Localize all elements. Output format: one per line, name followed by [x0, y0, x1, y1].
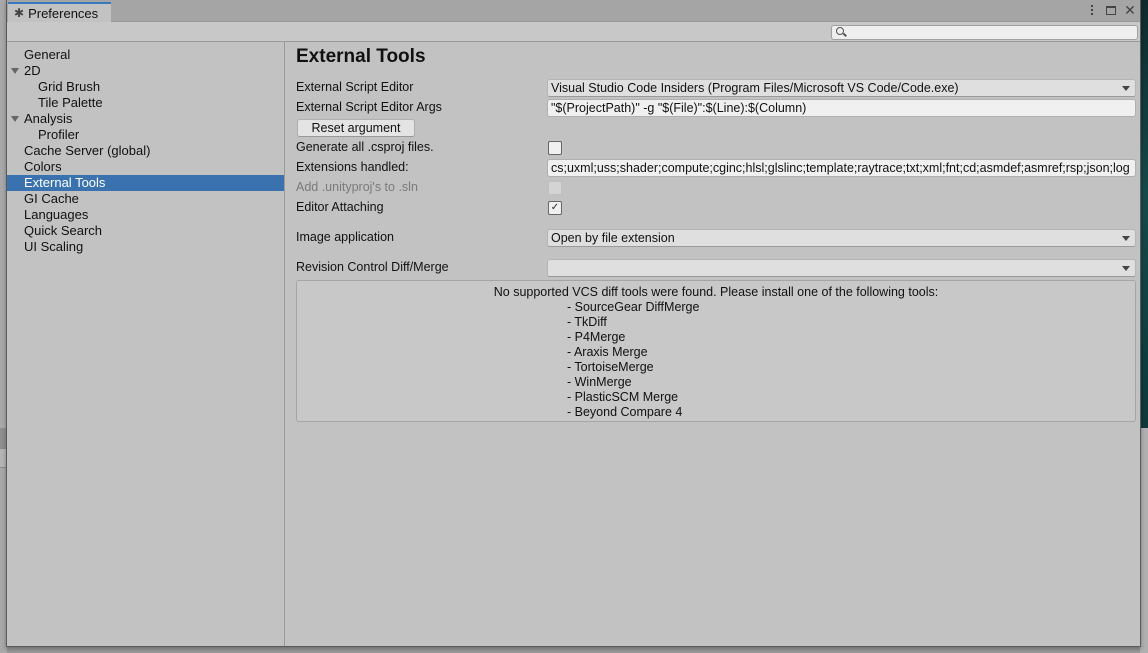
tab-preferences[interactable]: ✱ Preferences [8, 2, 111, 22]
generate-csproj-label: Generate all .csproj files. [296, 140, 434, 154]
image-application-row: Image application Open by file extension [296, 228, 1140, 248]
more-options-icon[interactable] [1086, 3, 1098, 17]
dropdown-value: Visual Studio Code Insiders (Program Fil… [551, 81, 959, 95]
image-application-dropdown[interactable]: Open by file extension [547, 229, 1136, 247]
generate-csproj-checkbox[interactable] [548, 141, 562, 155]
vcs-tool-item: - TortoiseMerge [567, 360, 654, 374]
sidebar-item-analysis[interactable]: Analysis [7, 111, 284, 127]
close-icon[interactable]: ✕ [1124, 3, 1136, 17]
window-body: General 2D Grid Brush Tile Palette Analy… [7, 42, 1140, 646]
vcs-tool-item: - PlasticSCM Merge [567, 390, 679, 404]
dropdown-arrow-icon [1122, 266, 1130, 271]
vcs-help-box: No supported VCS diff tools were found. … [296, 280, 1136, 422]
foldout-expanded-icon[interactable] [11, 116, 19, 122]
reset-argument-row: Reset argument [296, 118, 1140, 138]
revision-control-label: Revision Control Diff/Merge [296, 260, 449, 274]
revision-control-row: Revision Control Diff/Merge [296, 258, 1140, 278]
generate-csproj-row: Generate all .csproj files. [296, 138, 1140, 158]
external-script-editor-label: External Script Editor [296, 80, 414, 94]
sidebar-item-grid-brush[interactable]: Grid Brush [7, 79, 284, 95]
external-script-editor-args-row: External Script Editor Args "$(ProjectPa… [296, 98, 1140, 118]
sidebar-item-label: UI Scaling [24, 239, 84, 254]
dropdown-value: Open by file extension [551, 231, 675, 245]
search-input[interactable] [831, 25, 1138, 40]
sidebar: General 2D Grid Brush Tile Palette Analy… [7, 42, 285, 646]
search-icon [836, 27, 844, 35]
extensions-handled-field[interactable]: cs;uxml;uss;shader;compute;cginc;hlsl;gl… [547, 159, 1136, 177]
tab-title: Preferences [28, 5, 99, 21]
vcs-tool-item: - Araxis Merge [567, 345, 648, 359]
page-title: External Tools [296, 46, 426, 67]
sidebar-item-label: 2D [24, 63, 41, 78]
background-panel [1140, 428, 1148, 653]
sidebar-item-label: Analysis [24, 111, 73, 126]
image-application-label: Image application [296, 230, 394, 244]
settings-panel: External Tools External Script Editor Vi… [286, 42, 1140, 646]
external-script-editor-args-field[interactable]: "$(ProjectPath)" -g "$(File)":$(Line):$(… [547, 99, 1136, 117]
sidebar-item-gi-cache[interactable]: GI Cache [7, 191, 284, 207]
sidebar-item-general[interactable]: General [7, 47, 284, 63]
sidebar-item-label: Quick Search [24, 223, 103, 238]
add-unityproj-row: Add .unityproj's to .sln [296, 178, 1140, 198]
gear-icon: ✱ [14, 6, 25, 20]
external-script-editor-row: External Script Editor Visual Studio Cod… [296, 78, 1140, 98]
checkmark-icon: ✓ [550, 202, 560, 213]
sidebar-item-languages[interactable]: Languages [7, 207, 284, 223]
external-script-editor-dropdown[interactable]: Visual Studio Code Insiders (Program Fil… [547, 79, 1136, 97]
foldout-expanded-icon[interactable] [11, 68, 19, 74]
sidebar-item-2d[interactable]: 2D [7, 63, 284, 79]
revision-control-dropdown[interactable] [547, 259, 1136, 277]
toolbar [7, 22, 1140, 42]
add-unityproj-label: Add .unityproj's to .sln [296, 180, 418, 194]
reset-argument-button[interactable]: Reset argument [297, 119, 415, 137]
vcs-tool-item: - WinMerge [567, 375, 632, 389]
sidebar-item-label: Grid Brush [38, 79, 101, 94]
vcs-tool-item: - Beyond Compare 4 [567, 405, 683, 419]
sidebar-item-external-tools[interactable]: External Tools [7, 175, 284, 191]
sidebar-item-label: Cache Server (global) [24, 143, 151, 158]
sidebar-item-cache-server[interactable]: Cache Server (global) [7, 143, 284, 159]
sidebar-item-label: External Tools [24, 175, 106, 190]
extensions-handled-row: Extensions handled: cs;uxml;uss;shader;c… [296, 158, 1140, 178]
dropdown-arrow-icon [1122, 236, 1130, 241]
sidebar-item-tile-palette[interactable]: Tile Palette [7, 95, 284, 111]
extensions-handled-label: Extensions handled: [296, 160, 409, 174]
external-script-editor-args-label: External Script Editor Args [296, 100, 442, 114]
vcs-tool-item: - SourceGear DiffMerge [567, 300, 700, 314]
vcs-tool-item: - TkDiff [567, 315, 607, 329]
sidebar-item-quick-search[interactable]: Quick Search [7, 223, 284, 239]
dropdown-arrow-icon [1122, 86, 1130, 91]
preferences-window: ✱ Preferences ✕ General 2D Grid Brush Ti [6, 0, 1141, 647]
sidebar-item-label: Colors [24, 159, 62, 174]
vcs-tool-item: - P4Merge [567, 330, 626, 344]
add-unityproj-checkbox [548, 181, 562, 195]
sidebar-item-label: Tile Palette [38, 95, 103, 110]
sidebar-item-label: GI Cache [24, 191, 79, 206]
sidebar-item-label: General [24, 47, 71, 62]
window-controls: ✕ [1086, 3, 1136, 17]
sidebar-item-profiler[interactable]: Profiler [7, 127, 284, 143]
sidebar-item-label: Profiler [38, 127, 80, 142]
editor-attaching-row: Editor Attaching ✓ [296, 198, 1140, 218]
sidebar-item-colors[interactable]: Colors [7, 159, 284, 175]
editor-attaching-label: Editor Attaching [296, 200, 384, 214]
vcs-help-message: No supported VCS diff tools were found. … [493, 285, 939, 299]
sidebar-item-ui-scaling[interactable]: UI Scaling [7, 239, 284, 255]
sidebar-item-label: Languages [24, 207, 89, 222]
maximize-icon[interactable] [1105, 3, 1117, 17]
window-tab-bar: ✱ Preferences ✕ [7, 0, 1140, 22]
editor-attaching-checkbox[interactable]: ✓ [548, 201, 562, 215]
